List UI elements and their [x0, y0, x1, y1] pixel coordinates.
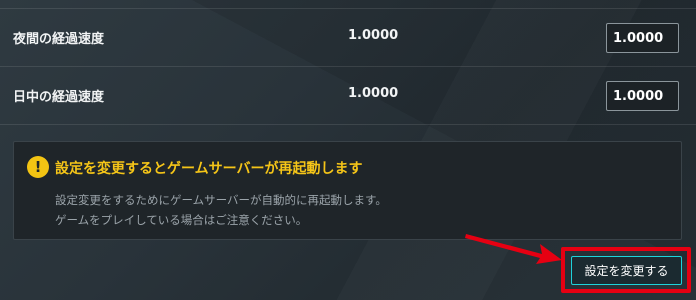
setting-label: 夜間の経過速度 — [13, 32, 105, 47]
notice-body-line: ゲームをプレイしている場合はご注意ください。 — [55, 213, 308, 227]
setting-current-value: 1.0000 — [348, 86, 399, 101]
notice-title: 設定を変更するとゲームサーバーが再起動します — [55, 161, 363, 177]
notice-body-line: 設定変更をするためにゲームサーバーが自動的に再起動します。 — [55, 193, 387, 207]
setting-label: 日中の経過速度 — [13, 90, 105, 105]
warning-icon: ! — [27, 156, 49, 178]
setting-row-night-speed: 夜間の経過速度 1.0000 — [0, 8, 696, 67]
change-settings-button[interactable]: 設定を変更する — [571, 256, 682, 285]
notice-body: 設定変更をするためにゲームサーバーが自動的に再起動します。 ゲームをプレイしてい… — [55, 190, 387, 230]
day-speed-input[interactable] — [606, 81, 679, 111]
divider — [0, 124, 696, 125]
night-speed-input[interactable] — [606, 23, 679, 53]
setting-current-value: 1.0000 — [348, 28, 399, 43]
setting-row-day-speed: 日中の経過速度 1.0000 — [0, 66, 696, 125]
restart-warning-notice: ! 設定を変更するとゲームサーバーが再起動します 設定変更をするためにゲームサー… — [13, 141, 682, 240]
